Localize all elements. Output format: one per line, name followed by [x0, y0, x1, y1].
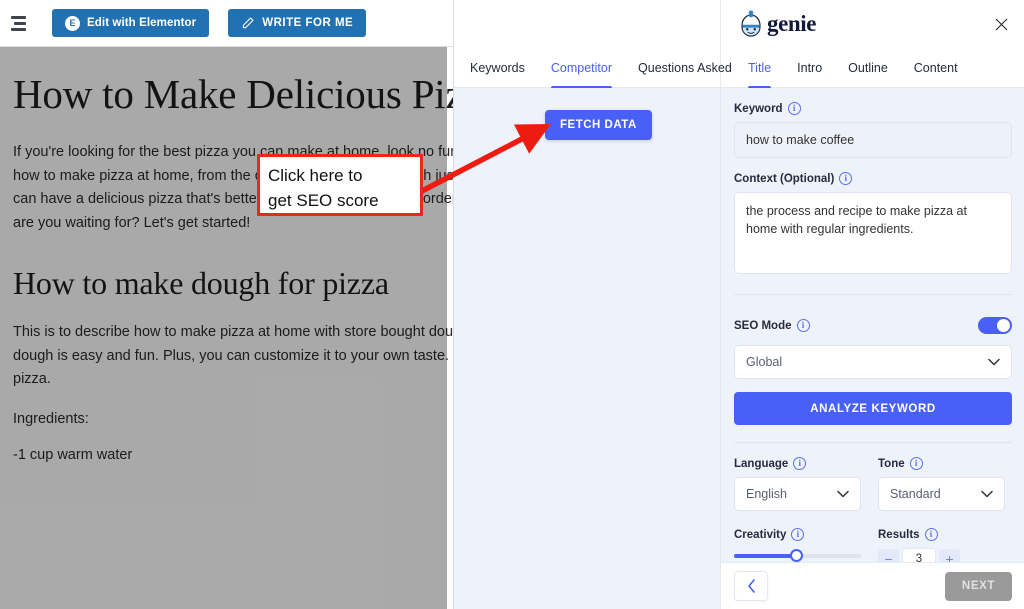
document-heading-2: How to make dough for pizza	[13, 265, 389, 302]
keyword-field-label: Keyword i	[734, 102, 1012, 115]
document-paragraph-2: This is to describe how to make pizza at…	[13, 324, 453, 388]
analyze-keyword-button[interactable]: ANALYZE KEYWORD	[734, 392, 1012, 425]
language-label-text: Language	[734, 457, 789, 470]
seo-mode-label-text: SEO Mode	[734, 319, 792, 332]
info-icon[interactable]: i	[839, 172, 853, 185]
chevron-down-icon	[981, 490, 993, 498]
competitor-tab-group: Keywords Competitor Questions Asked	[454, 47, 732, 88]
results-label: Results i	[878, 528, 1005, 541]
wp-admin-toolbar: E Edit with Elementor WRITE FOR ME	[0, 0, 453, 47]
creativity-label-text: Creativity	[734, 528, 787, 541]
info-icon[interactable]: i	[791, 528, 805, 541]
language-col: Language i English	[734, 457, 861, 511]
chevron-down-icon	[988, 358, 1000, 366]
pencil-icon	[243, 17, 254, 29]
info-icon[interactable]: i	[793, 457, 807, 470]
info-icon[interactable]: i	[787, 102, 801, 115]
chevron-down-icon	[837, 490, 849, 498]
region-select-value: Global	[746, 355, 783, 369]
seo-mode-toggle[interactable]	[978, 317, 1012, 334]
context-label-text: Context (Optional)	[734, 172, 835, 185]
slider-fill	[734, 554, 796, 558]
tone-select-value: Standard	[890, 487, 941, 501]
slider-knob[interactable]	[790, 549, 803, 562]
genie-brand-name: genie	[767, 10, 817, 36]
annotation-line-2: get SEO score	[268, 191, 379, 210]
fetch-data-button[interactable]: FETCH DATA	[545, 110, 652, 140]
document-title: How to Make Delicious Pizza at Home	[13, 71, 453, 117]
chevron-left-icon	[747, 579, 755, 593]
document-content: How to Make Delicious Pizza at Home If y…	[0, 47, 453, 609]
info-icon[interactable]: i	[796, 319, 810, 332]
seo-mode-row: SEO Mode i	[734, 317, 1012, 334]
tab-questions-asked[interactable]: Questions Asked	[638, 47, 732, 88]
tab-content[interactable]: Content	[914, 47, 958, 88]
elementor-logo-icon: E	[65, 15, 80, 31]
edit-with-elementor-label: Edit with Elementor	[87, 17, 197, 29]
tone-select[interactable]: Standard	[878, 477, 1005, 511]
next-button[interactable]: NEXT	[944, 571, 1012, 601]
edit-with-elementor-button[interactable]: E Edit with Elementor	[52, 9, 210, 37]
write-for-me-button[interactable]: WRITE FOR ME	[228, 9, 367, 37]
tab-keywords[interactable]: Keywords	[470, 47, 525, 88]
generator-tab-group: Title Intro Outline Content	[721, 47, 1024, 88]
tone-label: Tone i	[878, 457, 1005, 470]
region-select[interactable]: Global	[734, 345, 1012, 379]
competitor-pane: FETCH DATA	[454, 88, 721, 609]
tone-col: Tone i Standard	[878, 457, 1005, 511]
genie-drawer: genie Keywords Competitor Questions Aske…	[453, 0, 1024, 609]
document-ingredients-label: Ingredients:	[13, 410, 89, 427]
header-left-spacer	[454, 0, 721, 47]
keyword-input[interactable]	[734, 122, 1012, 158]
results-label-text: Results	[878, 528, 920, 541]
tab-intro[interactable]: Intro	[797, 47, 822, 88]
genie-brand: genie	[736, 9, 817, 39]
tone-label-text: Tone	[878, 457, 905, 470]
language-select[interactable]: English	[734, 477, 861, 511]
annotation-line-1: Click here to	[268, 166, 363, 185]
document-preview-area: How to Make Delicious Pizza at Home If y…	[0, 47, 453, 609]
tab-competitor[interactable]: Competitor	[550, 47, 613, 88]
keyword-label-text: Keyword	[734, 102, 783, 115]
back-button[interactable]	[734, 571, 768, 601]
creativity-label: Creativity i	[734, 528, 861, 541]
title-generator-form: Keyword i Context (Optional) i SEO Mode …	[721, 88, 1024, 609]
tab-outline[interactable]: Outline	[848, 47, 888, 88]
context-field-label: Context (Optional) i	[734, 172, 1012, 185]
seo-mode-label: SEO Mode i	[734, 319, 810, 332]
close-icon[interactable]	[989, 12, 1013, 36]
info-icon[interactable]: i	[909, 457, 923, 470]
app-root: E Edit with Elementor WRITE FOR ME How t…	[0, 0, 1024, 609]
drawer-bottom-bar: NEXT	[721, 562, 1024, 609]
language-tone-row: Language i English Tone i Standard	[734, 457, 1012, 511]
tab-title[interactable]: Title	[748, 47, 772, 88]
language-select-value: English	[746, 487, 787, 501]
document-ingredient-1: -1 cup warm water	[13, 447, 133, 464]
language-label: Language i	[734, 457, 861, 470]
context-textarea[interactable]	[734, 192, 1012, 274]
genie-logo-icon	[741, 10, 761, 37]
collapse-menu-icon[interactable]	[6, 10, 36, 36]
drawer-tab-bars: Keywords Competitor Questions Asked Titl…	[454, 47, 1024, 88]
annotation-callout: Click here to get SEO score	[257, 154, 423, 216]
write-for-me-label: WRITE FOR ME	[262, 17, 354, 29]
form-divider-2	[734, 442, 1012, 443]
form-divider	[734, 294, 1012, 295]
drawer-header: genie	[454, 0, 1024, 47]
info-icon[interactable]: i	[924, 528, 938, 541]
